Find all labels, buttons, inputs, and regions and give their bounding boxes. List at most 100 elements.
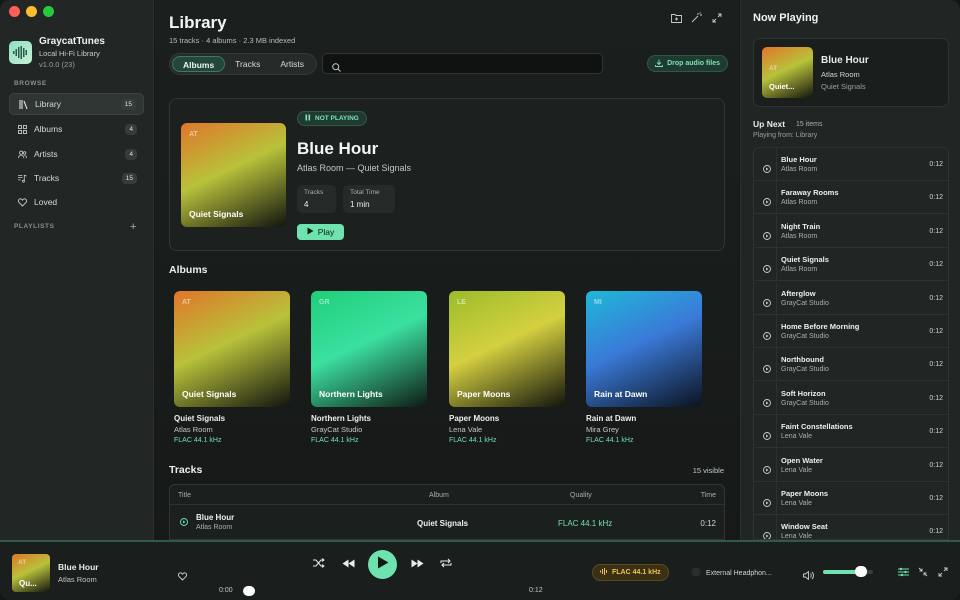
queue-item-duration: 0:12 [929, 461, 943, 469]
mini-player-button[interactable] [917, 567, 928, 578]
album-card[interactable]: AT Quiet Signals Quiet Signals Atlas Room… [174, 291, 290, 444]
close-window-button[interactable] [9, 6, 20, 17]
album-artist: Mira Grey [586, 425, 619, 434]
play-circle-icon[interactable] [763, 260, 771, 278]
queue-item-duration: 0:12 [929, 361, 943, 369]
play-circle-icon[interactable] [763, 327, 771, 345]
table-row[interactable]: Blue Hour Atlas Room Quiet Signals FLAC … [170, 507, 724, 537]
column-quality[interactable]: Quality [570, 492, 592, 499]
player-bar: AT Qu... Blue Hour Atlas Room 0:00 0:12 … [0, 540, 960, 600]
repeat-button[interactable] [439, 557, 453, 571]
art-abbreviation: AT [182, 299, 191, 306]
album-name: Paper Moons [449, 414, 500, 423]
divider [776, 482, 777, 515]
minimize-window-button[interactable] [26, 6, 37, 17]
volume-handle[interactable] [855, 566, 868, 577]
play-circle-icon[interactable] [763, 427, 771, 445]
add-folder-icon[interactable] [671, 12, 682, 23]
shuffle-button[interactable] [312, 557, 326, 571]
play-circle-icon[interactable] [763, 394, 771, 412]
queue-item[interactable]: Northbound GrayCat Studio 0:12 [754, 348, 948, 382]
maximize-arrows-icon[interactable] [711, 12, 722, 23]
search-input[interactable] [322, 53, 603, 74]
status-label: NOT PLAYING [315, 115, 359, 122]
repeat-icon [440, 555, 452, 573]
play-circle-icon[interactable] [763, 294, 771, 312]
seek-handle[interactable] [243, 586, 255, 596]
tab-albums[interactable]: Albums [172, 56, 226, 72]
love-button[interactable] [177, 568, 188, 586]
tab-artists[interactable]: Artists [270, 56, 314, 72]
player-track-artist: Atlas Room [58, 575, 97, 584]
play-circle-icon[interactable] [763, 360, 771, 378]
queue-item[interactable]: Window Seat Lena Vale 0:12 [754, 515, 948, 539]
volume-icon[interactable] [803, 567, 814, 585]
fullscreen-button[interactable] [937, 567, 948, 578]
play-pause-button[interactable] [368, 550, 397, 579]
column-time[interactable]: Time [701, 492, 716, 499]
album-card[interactable]: MI Rain at Dawn Rain at Dawn Mira Grey FL… [586, 291, 702, 444]
stat-label: Tracks [304, 189, 324, 196]
sidebar-item-count: 15 [121, 172, 137, 184]
sidebar-item-tracks[interactable]: Tracks 15 [9, 167, 144, 189]
seek-bar[interactable] [243, 586, 525, 596]
queue-item-artist: Lena Vale [781, 500, 813, 507]
queue-item[interactable]: Afterglow GrayCat Studio 0:12 [754, 281, 948, 315]
zoom-window-button[interactable] [43, 6, 54, 17]
play-circle-icon[interactable] [763, 193, 771, 211]
queue-item[interactable]: Faraway Rooms Atlas Room 0:12 [754, 181, 948, 215]
main-content: Library 15 tracks · 4 albums · 2.3 MB in… [155, 0, 739, 540]
queue-item[interactable]: Paper Moons Lena Vale 0:12 [754, 482, 948, 515]
queue-item-artist: Lena Vale [781, 466, 813, 474]
queue-item[interactable]: Open Water Lena Vale 0:12 [754, 448, 948, 482]
track-album: Quiet Signals [417, 519, 469, 528]
play-label: Play [317, 227, 335, 237]
album-quality: FLAC 44.1 kHz [174, 437, 222, 444]
up-next-heading: Up Next [753, 119, 786, 129]
divider [776, 315, 777, 348]
equalizer-button[interactable] [898, 567, 909, 578]
queue-item-title: Afterglow [781, 288, 816, 298]
app-window: GraycatTunes Local Hi-Fi Library v1.0.0 … [0, 0, 960, 600]
add-playlist-button[interactable]: + [130, 221, 136, 233]
volume-slider[interactable] [823, 566, 873, 577]
play-circle-icon[interactable] [763, 527, 771, 539]
play-circle-icon[interactable] [763, 461, 771, 479]
column-title[interactable]: Title [178, 492, 191, 499]
sliders-icon [898, 564, 909, 582]
album-card[interactable]: GR Northern Lights Northern Lights GrayCa… [311, 291, 427, 444]
featured-album-art[interactable]: AT Quiet Signals [181, 123, 286, 227]
queue-item[interactable]: Quiet Signals Atlas Room 0:12 [754, 248, 948, 282]
queue-item-duration: 0:12 [929, 294, 943, 302]
album-quality: FLAC 44.1 kHz [586, 437, 634, 444]
play-button[interactable]: Play [297, 224, 344, 240]
play-circle-icon[interactable] [180, 518, 188, 528]
previous-button[interactable] [341, 557, 355, 571]
output-device-select[interactable]: External Headphon... [691, 567, 772, 579]
art-abbreviation: MI [594, 299, 602, 306]
art-title: Quiet Signals [182, 389, 237, 399]
column-album[interactable]: Album [429, 492, 449, 499]
up-next-count: 15 items [796, 121, 823, 128]
play-circle-icon[interactable] [763, 160, 771, 178]
sidebar-item-albums[interactable]: Albums 4 [9, 118, 144, 140]
queue-item[interactable]: Soft Horizon GrayCat Studio 0:12 [754, 381, 948, 415]
queue-item[interactable]: Faint Constellations Lena Vale 0:12 [754, 415, 948, 449]
divider [776, 415, 777, 449]
sidebar-item-library[interactable]: Library 15 [9, 93, 144, 115]
tab-tracks[interactable]: Tracks [225, 56, 270, 72]
drop-audio-files-button[interactable]: Drop audio files [647, 55, 728, 72]
album-name: Rain at Dawn [586, 414, 637, 423]
queue-item[interactable]: Home Before Morning GrayCat Studio 0:12 [754, 315, 948, 348]
album-card[interactable]: LE Paper Moons Paper Moons Lena Vale FLAC… [449, 291, 565, 444]
queue-item-duration: 0:12 [929, 227, 943, 235]
next-button[interactable] [410, 557, 424, 571]
queue-item[interactable]: Blue Hour Atlas Room 0:12 [754, 148, 948, 181]
play-circle-icon[interactable] [763, 494, 771, 512]
sidebar-item-loved[interactable]: Loved [9, 191, 144, 213]
sidebar-item-artists[interactable]: Artists 4 [9, 143, 144, 165]
play-circle-icon[interactable] [763, 227, 771, 245]
magic-wand-icon[interactable] [691, 12, 702, 23]
music-list-icon [18, 174, 27, 183]
queue-item[interactable]: Night Train Atlas Room 0:12 [754, 214, 948, 248]
